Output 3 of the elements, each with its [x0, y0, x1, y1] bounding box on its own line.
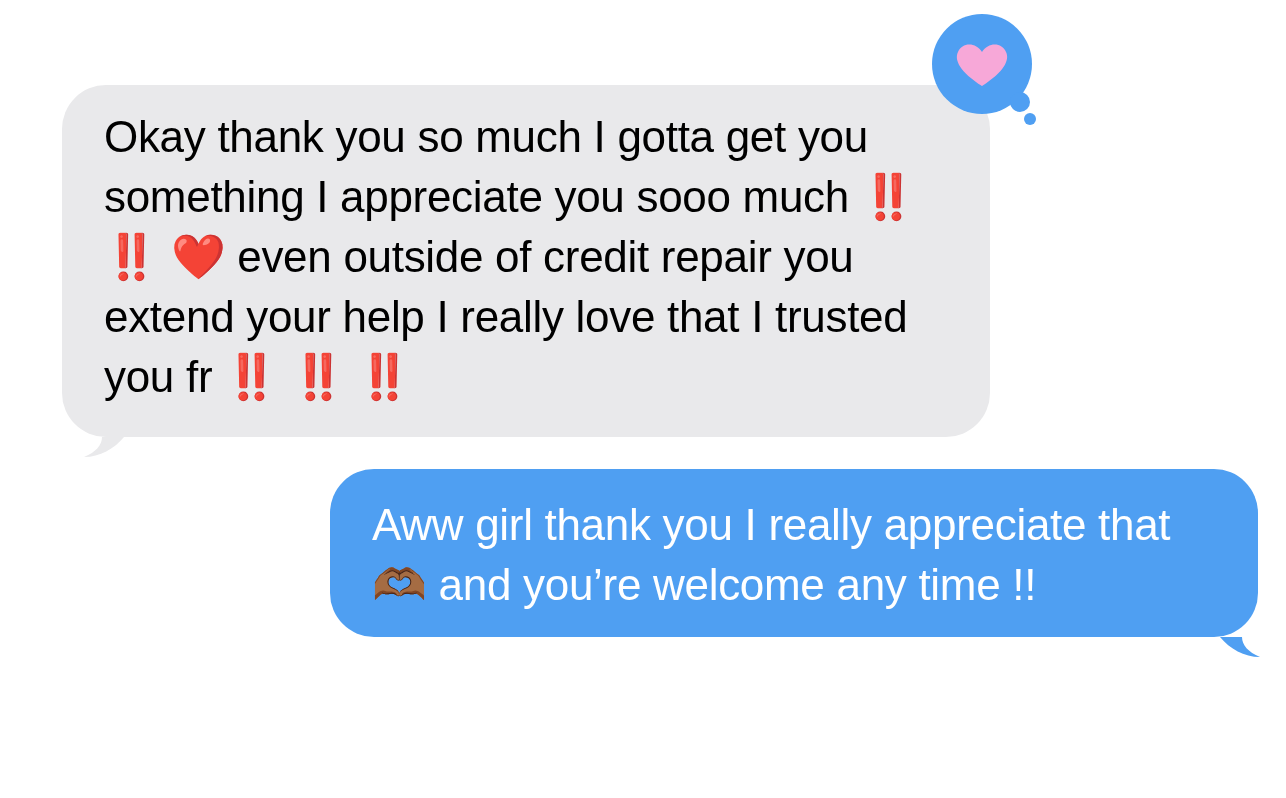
message-text: Aww girl thank you I really appreciate that 🫶🏾 and you’re welcome any time !! [372, 499, 1172, 611]
heart-reaction-icon [930, 12, 1036, 126]
message-text: Okay thank you so much I gotta get you something I appreciate you sooo much ‼ ‼ ❤ even outside of credit repair you extend your help I really love that I trusted you fr ‼ ‼ ‼ [104, 111, 917, 403]
